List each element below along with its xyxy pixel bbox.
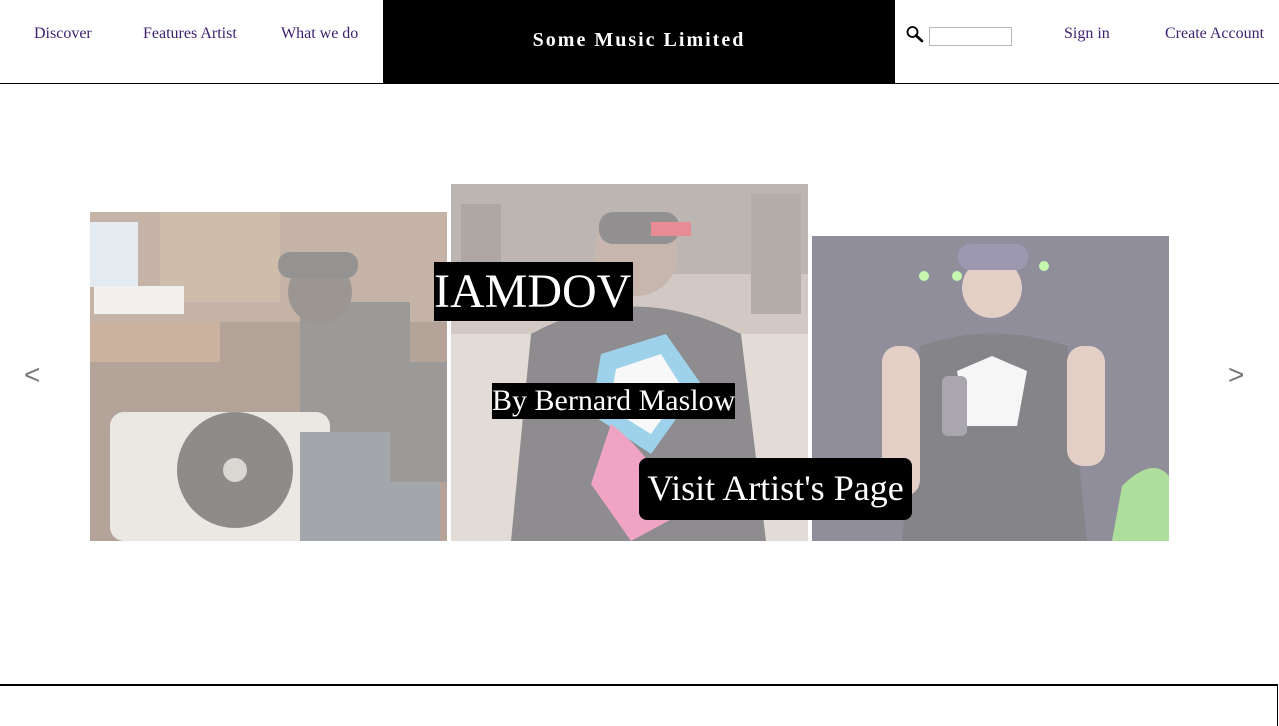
brand-banner[interactable]: Some Music Limited xyxy=(383,0,895,84)
dj-turntable-illustration xyxy=(90,212,447,541)
slide-photo-dj-turntable[interactable] xyxy=(90,212,447,541)
artist-name-title: IAMDOV xyxy=(434,262,634,321)
nav-features-artist-link[interactable]: Features Artist xyxy=(143,25,237,43)
search-input[interactable] xyxy=(929,27,1012,46)
create-account-link[interactable]: Create Account xyxy=(1165,25,1264,43)
brand-title: Some Music Limited xyxy=(532,29,746,51)
nav-discover-link[interactable]: Discover xyxy=(34,25,92,43)
artist-byline: By Bernard Maslow xyxy=(492,383,736,419)
search-icon[interactable] xyxy=(905,25,925,45)
footer-divider xyxy=(0,684,1278,726)
top-navigation-bar: Discover Features Artist What we do Some… xyxy=(0,0,1279,84)
carousel-prev-arrow[interactable]: < xyxy=(24,359,40,391)
featured-artist-carousel: < > IAMDOV By Bernard Maslow Visit Artis… xyxy=(0,84,1279,604)
sign-in-link[interactable]: Sign in xyxy=(1064,25,1110,43)
visit-artist-page-button[interactable]: Visit Artist's Page xyxy=(639,458,912,520)
nav-what-we-do-link[interactable]: What we do xyxy=(281,25,358,43)
carousel-next-arrow[interactable]: > xyxy=(1228,359,1244,391)
